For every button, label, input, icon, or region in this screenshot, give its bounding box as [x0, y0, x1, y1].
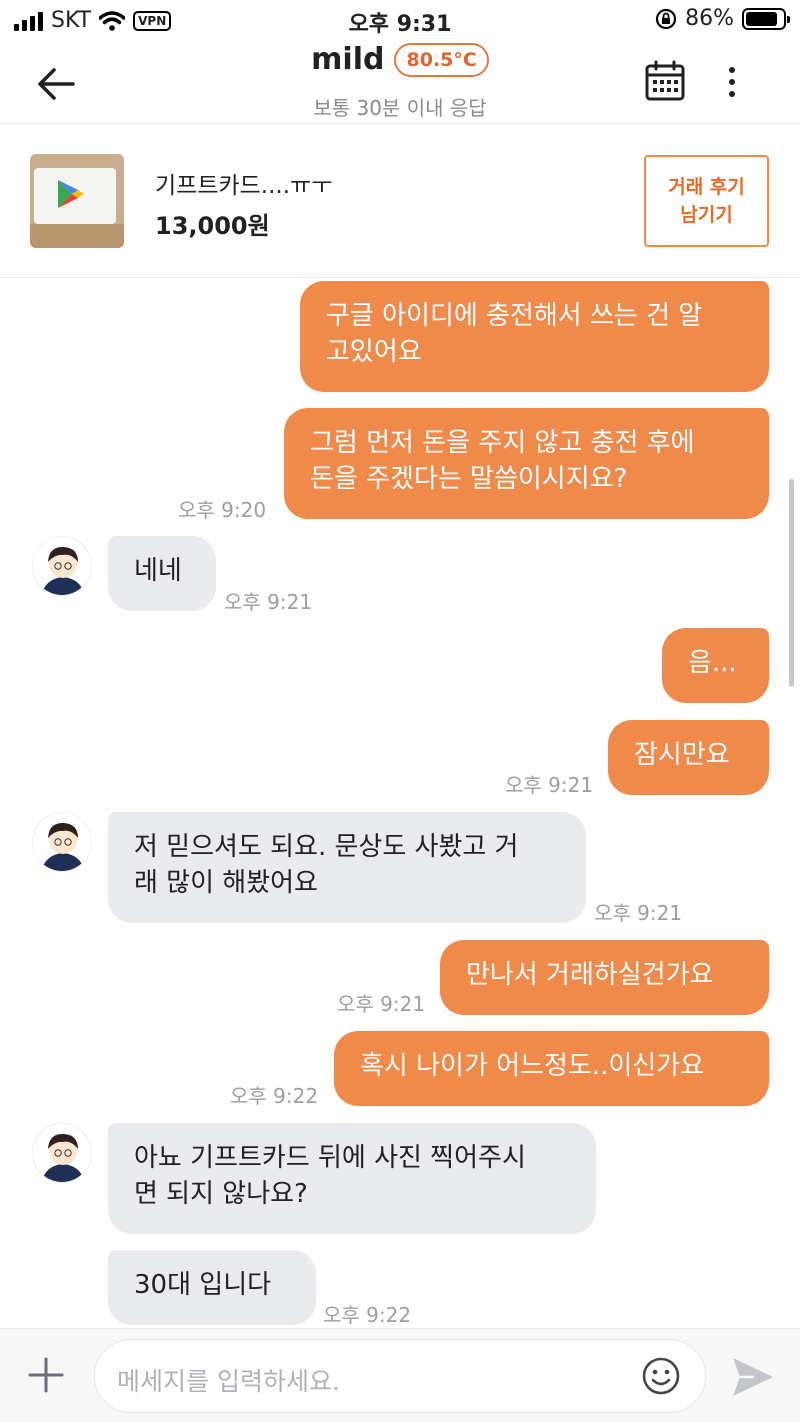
emoji-icon [642, 1357, 680, 1395]
message-bubble-other: 저 믿으셔도 되요. 문상도 사봤고 거 래 많이 해봤어요 [108, 812, 586, 923]
message-time: 오후 9:21 [224, 590, 313, 614]
message-time: 오후 9:21 [505, 773, 594, 797]
user-avatar-icon [41, 822, 85, 871]
user-avatar-icon [41, 546, 85, 595]
product-thumbnail[interactable] [30, 154, 124, 248]
avatar[interactable] [32, 536, 92, 596]
user-avatar-icon [41, 1133, 85, 1182]
product-price: 13,000원 [155, 212, 270, 240]
message-bubble-mine: 잠시만요 [608, 720, 769, 795]
send-button[interactable] [730, 1355, 776, 1399]
emoji-button[interactable] [641, 1356, 681, 1396]
status-bar: SKT VPN 오후 9:31 86% [0, 0, 800, 40]
status-right: 86% [655, 6, 790, 31]
scrollbar[interactable] [789, 479, 794, 687]
send-icon [733, 1358, 773, 1396]
calendar-button[interactable] [644, 60, 686, 102]
message-bubble-mine: 만나서 거래하실건가요 [440, 940, 769, 1015]
plus-icon [28, 1357, 64, 1393]
message-input[interactable]: 메세지를 입력하세요. [94, 1339, 706, 1413]
message-bubble-mine: 구글 아이디에 충전해서 쓰는 건 알 고있어요 [300, 281, 769, 392]
message-bubble-other: 30대 입니다 [108, 1250, 316, 1325]
battery-icon [742, 7, 790, 30]
leave-review-button[interactable]: 거래 후기 남기기 [644, 155, 769, 247]
attach-button[interactable] [26, 1355, 66, 1395]
battery-percent: 86% [685, 6, 734, 31]
avatar[interactable] [32, 1123, 92, 1183]
rotation-lock-icon [655, 8, 677, 29]
message-time: 오후 9:21 [594, 901, 683, 925]
message-bubble-mine: 음... [662, 628, 769, 703]
message-time: 오후 9:21 [337, 992, 426, 1016]
product-bar[interactable]: 기프트카드....ㅠㅜ 13,000원 거래 후기 남기기 [0, 124, 800, 278]
message-bubble-other: 네네 [108, 536, 216, 611]
message-time: 오후 9:22 [230, 1084, 319, 1108]
message-time: 오후 9:20 [178, 498, 267, 522]
avatar[interactable] [32, 812, 92, 872]
message-input-placeholder: 메세지를 입력하세요. [117, 1367, 340, 1396]
play-store-icon [58, 180, 84, 208]
chat-header: mild 80.5°C 보통 30분 이내 응답 [0, 40, 800, 124]
message-bubble-other: 아뇨 기프트카드 뒤에 사진 찍어주시 면 되지 않나요? [108, 1123, 596, 1234]
more-vertical-icon[interactable] [716, 64, 748, 100]
message-list[interactable]: 구글 아이디에 충전해서 쓰는 건 알 고있어요 그럼 먼저 돈을 주지 않고 … [0, 279, 800, 1328]
message-time: 오후 9:22 [323, 1303, 412, 1327]
input-bar: 메세지를 입력하세요. [0, 1328, 800, 1422]
message-bubble-mine: 혹시 나이가 어느정도..이신가요 [334, 1031, 769, 1106]
message-bubble-mine: 그럼 먼저 돈을 주지 않고 충전 후에 돈을 주겠다는 말씀이시지요? [284, 408, 769, 519]
manner-temperature-badge: 80.5°C [394, 42, 489, 77]
calendar-icon [645, 60, 685, 101]
user-name: mild [311, 42, 385, 77]
product-title: 기프트카드....ㅠㅜ [155, 173, 333, 199]
